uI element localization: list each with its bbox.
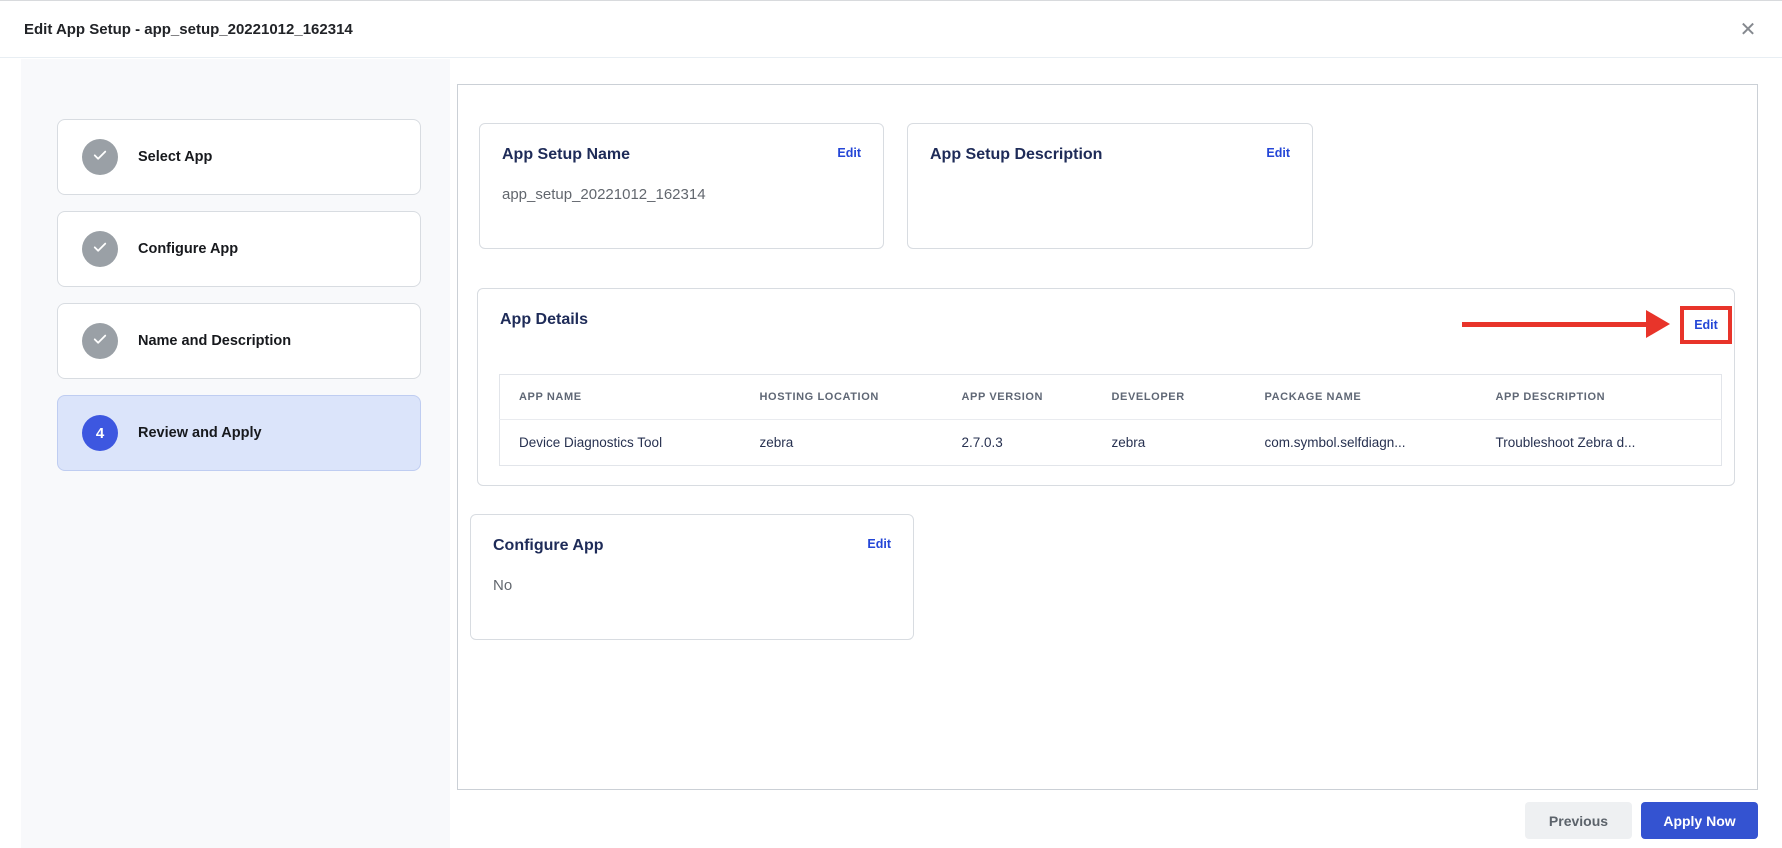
cell-app-description: Troubleshoot Zebra d... <box>1495 435 1636 450</box>
cell-app-version: 2.7.0.3 <box>961 435 1003 450</box>
cell-developer: zebra <box>1111 435 1146 450</box>
annotation-arrow-line <box>1462 322 1648 327</box>
app-details-edit-link[interactable]: Edit <box>1684 310 1728 340</box>
col-hosting-location: HOSTING LOCATION <box>740 374 943 420</box>
cell-package-name: com.symbol.selfdiagn... <box>1264 435 1406 450</box>
step-number-circle: 4 <box>82 415 118 451</box>
step-configure-app[interactable]: Configure App <box>57 211 421 287</box>
app-setup-description-edit-link[interactable]: Edit <box>1266 146 1290 160</box>
step-completed-circle <box>82 231 118 267</box>
step-completed-circle <box>82 139 118 175</box>
app-setup-name-value: app_setup_20221012_162314 <box>502 186 706 203</box>
step-select-app[interactable]: Select App <box>57 119 421 195</box>
app-setup-name-card: App Setup Name Edit app_setup_20221012_1… <box>479 123 884 249</box>
app-setup-name-edit-link[interactable]: Edit <box>837 146 861 160</box>
col-app-description: APP DESCRIPTION <box>1476 374 1722 420</box>
annotation-highlight-box: Edit <box>1680 306 1732 344</box>
modal-title: Edit App Setup - app_setup_20221012_1623… <box>24 21 353 38</box>
modal-header: Edit App Setup - app_setup_20221012_1623… <box>0 1 1782 58</box>
close-icon[interactable]: ✕ <box>1734 16 1762 44</box>
annotation-arrow-head <box>1646 310 1670 338</box>
configure-app-value: No <box>493 577 513 594</box>
step-name-and-description[interactable]: Name and Description <box>57 303 421 379</box>
apply-now-button[interactable]: Apply Now <box>1641 802 1758 839</box>
app-details-title: App Details <box>500 311 589 328</box>
check-icon <box>91 330 109 353</box>
cell-hosting-location: zebra <box>759 435 794 450</box>
step-number: 4 <box>95 424 105 442</box>
col-developer: DEVELOPER <box>1092 374 1246 420</box>
app-setup-description-card: App Setup Description Edit <box>907 123 1313 249</box>
cell-app-name: Device Diagnostics Tool <box>519 435 663 450</box>
step-label: Review and Apply <box>138 425 262 441</box>
table-header-row: APP NAME HOSTING LOCATION APP VERSION DE… <box>499 374 1722 420</box>
step-label: Configure App <box>138 241 239 257</box>
step-review-and-apply[interactable]: 4 Review and Apply <box>57 395 421 471</box>
col-app-version: APP VERSION <box>942 374 1093 420</box>
app-details-table: APP NAME HOSTING LOCATION APP VERSION DE… <box>499 374 1722 466</box>
previous-button[interactable]: Previous <box>1525 802 1632 839</box>
check-icon <box>91 238 109 261</box>
check-icon <box>91 146 109 169</box>
configure-app-title: Configure App <box>493 537 604 554</box>
col-package-name: PACKAGE NAME <box>1245 374 1477 420</box>
app-setup-description-title: App Setup Description <box>930 146 1103 163</box>
step-completed-circle <box>82 323 118 359</box>
step-label: Select App <box>138 149 213 165</box>
app-setup-name-title: App Setup Name <box>502 146 631 163</box>
col-app-name: APP NAME <box>499 374 741 420</box>
app-details-card: App Details APP NAME HOSTING LOCATION AP… <box>477 288 1735 486</box>
configure-app-card: Configure App Edit No <box>470 514 914 640</box>
edit-app-setup-modal: Edit App Setup - app_setup_20221012_1623… <box>0 0 1782 848</box>
step-label: Name and Description <box>138 333 292 349</box>
configure-app-edit-link[interactable]: Edit <box>867 537 891 551</box>
table-row: Device Diagnostics Tool zebra 2.7.0.3 ze… <box>500 420 1722 466</box>
